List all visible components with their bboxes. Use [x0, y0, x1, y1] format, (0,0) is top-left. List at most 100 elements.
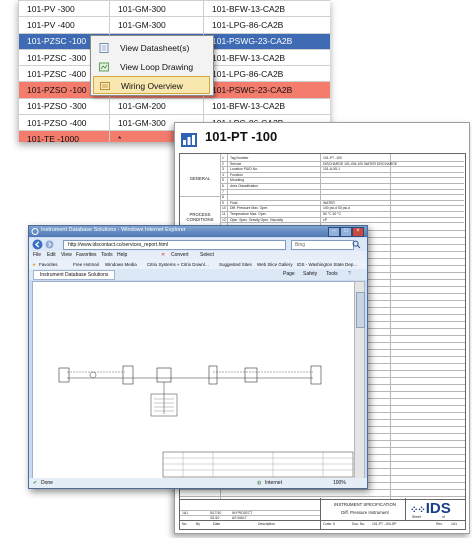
datasheet-title: 101-PT -100 — [205, 129, 278, 144]
grid-line — [220, 194, 464, 196]
spec-label: INSTRUMENT SPECIFICATION — [334, 502, 396, 507]
convert-button[interactable]: Convert — [171, 251, 189, 260]
grid-row[interactable]: 101-PV -400 101-GM-300 101-LPG-86-CA2B — [18, 16, 330, 34]
convert-icon: ✕ — [161, 252, 166, 258]
zoom-level[interactable]: 100% — [333, 478, 346, 488]
done-icon: ✔ — [33, 480, 38, 486]
spec-sub: Diff. Pressure Instrument — [341, 510, 389, 515]
row-key: Oper. Spec. Gravity Oper. Viscosity — [230, 217, 284, 222]
favorites-button[interactable]: Favorites — [39, 260, 58, 269]
tab-row: Instrument Database Solutions Page Safet… — [29, 269, 367, 280]
menu-item-wiring-overview[interactable]: Wiring Overview — [93, 76, 210, 94]
col-no: No. — [182, 522, 188, 526]
scrollbar-thumb[interactable] — [356, 292, 365, 328]
status-bar: ✔ Done ◍ Internet 100% — [29, 478, 367, 488]
menu-view[interactable]: View — [61, 251, 72, 260]
row-key: Fluid — [230, 200, 238, 205]
toolbar-page[interactable]: Page — [283, 269, 295, 280]
grid-line — [180, 196, 220, 197]
address-input[interactable]: http://www.idscontact.co/services_report… — [63, 240, 286, 250]
search-input[interactable]: Bing — [291, 240, 354, 250]
grid-cell-line: 101-PSWG-23-CA2B — [203, 32, 330, 50]
row-number: 6 — [222, 184, 224, 188]
toolbar-safety[interactable]: Safety — [303, 269, 317, 280]
fav-link-citrix[interactable]: Citrix Systems » Citrix Downl… — [147, 260, 209, 269]
grid-cell-line: 101-PSWG-23-CA2B — [203, 81, 330, 99]
loop-drawing-icon — [99, 62, 109, 72]
browser-title: Instrument Database Solutions - Windows … — [41, 227, 186, 233]
grid-line — [180, 489, 465, 490]
section-process-label: PROCESS CONDITIONS — [186, 212, 214, 222]
row-number: 10 — [222, 206, 226, 211]
row-value: DISCHARGE 101-GM-100 WATER DISCHARGE — [323, 161, 398, 166]
grid-cell-tag: 101-PZSO -300 — [18, 97, 110, 116]
grid-line — [405, 498, 406, 520]
help-icon[interactable]: ? — [348, 269, 351, 280]
maximize-button[interactable]: □ — [340, 227, 352, 237]
grid-cell-loop: 101-GM-300 — [109, 16, 204, 34]
menu-help[interactable]: Help — [117, 251, 127, 260]
row-number: 8 — [222, 195, 224, 200]
browser-title-bar: Instrument Database Solutions - Windows … — [29, 226, 367, 237]
vertical-scrollbar[interactable] — [354, 281, 365, 479]
minimize-button[interactable]: – — [328, 227, 340, 237]
row-key: Tag Number — [230, 156, 249, 160]
grid-cell-line: 101-BFW-13-CA2B — [203, 48, 330, 67]
fav-link-webslice[interactable]: Web Slice Gallery — [257, 260, 293, 269]
row-key: Temperature Max. Oper. — [230, 212, 267, 216]
col-code: Code: 6 — [323, 522, 335, 526]
doc-no: 101-PT -100-SP — [372, 522, 397, 526]
grid-line — [220, 171, 464, 173]
tab-instrument-database[interactable]: Instrument Database Solutions — [33, 270, 116, 280]
grid-line — [220, 188, 464, 190]
row-number: 3 — [222, 167, 224, 172]
row-key: Diff. Pressure Max. Oper. — [230, 206, 268, 211]
grid-cell-loop: 101-GM-300 — [109, 0, 204, 18]
grid-cell-loop: 101-GM-200 — [109, 97, 204, 116]
search-icon[interactable] — [352, 240, 361, 249]
grid-line — [220, 177, 464, 179]
grid-line — [220, 222, 464, 224]
datasheet-header: 101-PT -100 — [175, 123, 469, 153]
favorites-bar: ★ Favorites Free Hotmail Windows Media C… — [29, 260, 367, 269]
grid-line — [180, 496, 465, 497]
row-value: 101-PT -100 — [323, 156, 342, 160]
grid-cell-tag: 101-PV -300 — [18, 0, 110, 18]
menu-item-view-loop-drawing[interactable]: View Loop Drawing — [93, 58, 210, 76]
fav-link-hotmail[interactable]: Free Hotmail — [73, 260, 99, 269]
row-value: 101-A-55-1 — [323, 167, 340, 172]
datasheet-title-block: INSTRUMENT SPECIFICATION Diff. Pressure I… — [179, 498, 466, 530]
ie-logo-icon — [31, 228, 39, 235]
rev-date: 5/17/10 — [210, 511, 222, 515]
fav-link-suggested[interactable]: Suggested Sites — [219, 260, 252, 269]
menu-file[interactable]: File — [33, 251, 41, 260]
row-value: cP — [323, 217, 327, 222]
back-icon[interactable] — [32, 239, 43, 250]
toolbar-tools[interactable]: Tools — [326, 269, 338, 280]
grid-line — [180, 520, 465, 521]
grid-row[interactable]: 101-PZSO -300 101-GM-200 101-BFW-13-CA2B — [18, 97, 330, 116]
row-number: 5 — [222, 178, 224, 183]
menu-edit[interactable]: Edit — [47, 251, 56, 260]
row-key: Location P&ID No. — [230, 167, 258, 172]
menu-item-view-datasheet[interactable]: View Datasheet(s) — [93, 39, 210, 57]
grid-cell-tag: 101-TE -1000 — [18, 130, 110, 142]
close-button[interactable]: × — [352, 227, 364, 237]
grid-row[interactable]: 101-PV -300 101-GM-300 101-BFW-13-CA2B — [18, 0, 330, 18]
select-button[interactable]: Select — [200, 251, 214, 260]
menu-favorites[interactable]: Favorites — [76, 251, 97, 260]
col-docno: Doc. No. — [352, 522, 366, 526]
grid-cell-line: 101-LPG-86-CA2B — [203, 65, 330, 83]
col-desc: Description — [258, 522, 275, 526]
menu-tools[interactable]: Tools — [101, 251, 113, 260]
fav-link-media[interactable]: Windows Media — [105, 260, 137, 269]
row-number: 7 — [222, 189, 224, 194]
section-general-label: GENERAL — [189, 176, 211, 181]
row-key: Area Classification — [230, 184, 259, 188]
row-number: 9 — [222, 200, 224, 205]
col-date: Date — [213, 522, 221, 526]
forward-icon[interactable] — [45, 240, 54, 249]
col-by: By — [196, 522, 200, 526]
fav-link-ids[interactable]: IDS - Washington State Dep… — [297, 260, 358, 269]
ids-logo: ⁘⁘IDS — [410, 500, 451, 517]
